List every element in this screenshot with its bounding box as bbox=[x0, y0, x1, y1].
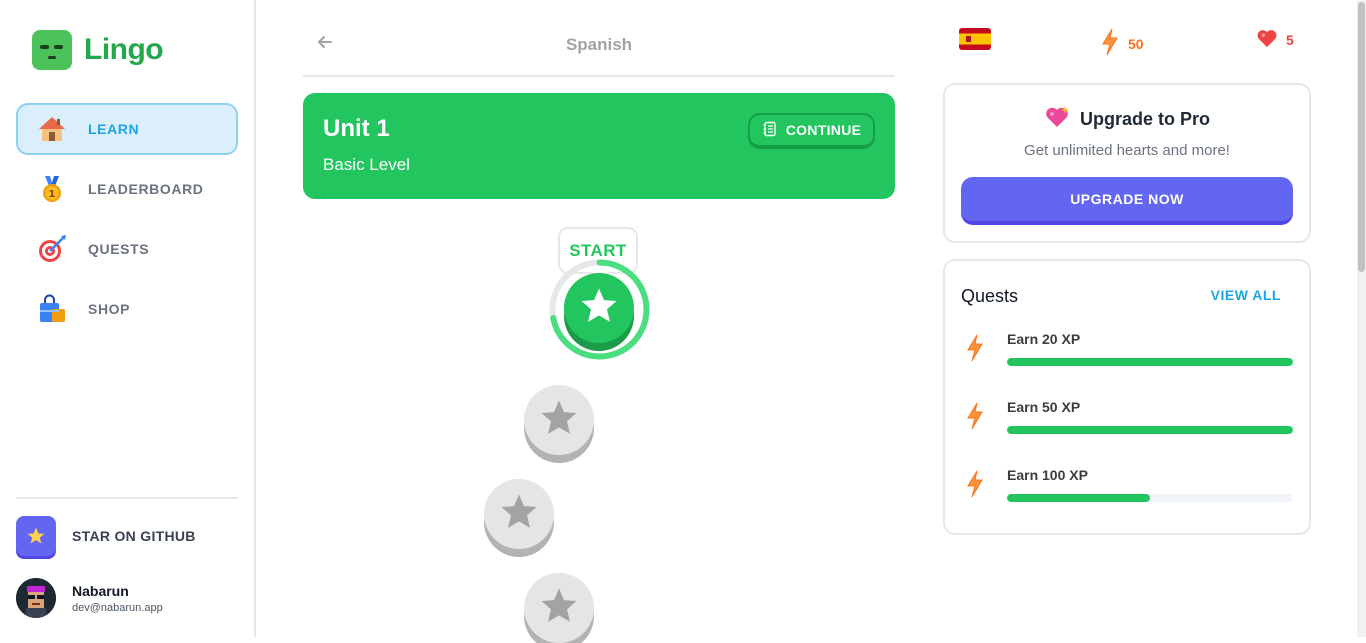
user-email: dev@nabarun.app bbox=[72, 601, 163, 614]
lightning-icon bbox=[1100, 28, 1120, 59]
notebook-icon bbox=[762, 121, 778, 140]
sidebar-item-shop[interactable]: SHOP bbox=[16, 283, 238, 335]
xp-counter[interactable]: 50 bbox=[1100, 28, 1144, 59]
sidebar-item-label: QUESTS bbox=[88, 241, 150, 257]
github-label: STAR ON GITHUB bbox=[72, 528, 196, 544]
unit-title: Unit 1 bbox=[323, 115, 390, 142]
star-icon bbox=[501, 494, 537, 528]
page-title: Spanish bbox=[565, 35, 633, 54]
target-icon bbox=[36, 233, 68, 265]
hearts-counter[interactable]: 5 bbox=[1256, 28, 1294, 51]
sidebar-nav: LEARN 1 LEADERBOARD QUESTS SHOP bbox=[16, 103, 238, 343]
user-info: Nabarun dev@nabarun.app bbox=[72, 583, 163, 614]
quest-label: Earn 100 XP bbox=[1007, 467, 1088, 483]
pro-title-row: Upgrade to Pro bbox=[945, 105, 1309, 134]
unit-subtitle: Basic Level bbox=[323, 155, 410, 174]
quest-progress-bar bbox=[1007, 358, 1293, 366]
user-profile[interactable]: Nabarun dev@nabarun.app bbox=[16, 578, 163, 618]
sidebar-divider bbox=[16, 497, 238, 499]
quest-label: Earn 20 XP bbox=[1007, 331, 1081, 347]
page-scrollbar[interactable] bbox=[1357, 0, 1366, 637]
sidebar-item-label: LEARN bbox=[88, 121, 140, 137]
sidebar-item-leaderboard[interactable]: 1 LEADERBOARD bbox=[16, 163, 238, 215]
xp-value: 50 bbox=[1128, 35, 1144, 52]
course-header: Spanish bbox=[303, 0, 895, 77]
shopping-bag-icon bbox=[36, 293, 68, 325]
lesson-button-locked[interactable] bbox=[524, 573, 594, 643]
upgrade-pro-card: Upgrade to Pro Get unlimited hearts and … bbox=[943, 83, 1311, 243]
course-flag-button[interactable] bbox=[959, 28, 991, 53]
lesson-button-current[interactable] bbox=[564, 273, 634, 343]
quest-progress-bar bbox=[1007, 494, 1293, 502]
continue-button[interactable]: CONTINUE bbox=[748, 113, 875, 149]
logo[interactable]: Lingo bbox=[32, 30, 164, 70]
sparkling-heart-icon bbox=[1044, 105, 1070, 134]
user-name: Nabarun bbox=[72, 582, 129, 599]
pro-title: Upgrade to Pro bbox=[1079, 109, 1210, 129]
avatar bbox=[16, 578, 56, 618]
github-star-button[interactable]: STAR ON GITHUB bbox=[16, 516, 196, 556]
sidebar-item-label: SHOP bbox=[88, 301, 131, 317]
lesson-button-locked[interactable] bbox=[484, 479, 554, 549]
pro-subtitle: Get unlimited hearts and more! bbox=[1024, 142, 1230, 159]
upgrade-now-button[interactable]: UPGRADE NOW bbox=[961, 177, 1293, 225]
spain-flag-icon bbox=[959, 28, 991, 53]
user-stats-bar: 50 5 bbox=[943, 28, 1311, 62]
star-icon bbox=[541, 588, 577, 622]
lightning-icon bbox=[965, 333, 985, 368]
quest-item: Earn 20 XP bbox=[965, 331, 1295, 371]
hearts-value: 5 bbox=[1286, 31, 1294, 48]
quest-label: Earn 50 XP bbox=[1007, 399, 1081, 415]
sidebar-item-learn[interactable]: LEARN bbox=[16, 103, 238, 155]
quest-item: Earn 50 XP bbox=[965, 399, 1295, 439]
scrollbar-thumb[interactable] bbox=[1358, 2, 1365, 272]
star-icon bbox=[16, 516, 56, 556]
svg-text:1: 1 bbox=[49, 189, 56, 200]
medal-icon: 1 bbox=[36, 173, 68, 205]
house-icon bbox=[36, 113, 68, 145]
quest-item: Earn 100 XP bbox=[965, 467, 1295, 507]
app-name: Lingo bbox=[84, 33, 164, 66]
lesson-button-locked[interactable] bbox=[524, 385, 594, 455]
quest-progress-bar bbox=[1007, 426, 1293, 434]
heart-icon bbox=[1256, 28, 1278, 51]
sidebar-item-label: LEADERBOARD bbox=[88, 181, 204, 197]
continue-label: CONTINUE bbox=[785, 122, 862, 138]
quests-title: Quests bbox=[961, 286, 1019, 306]
quests-card: Quests VIEW ALL Earn 20 XP Earn 50 XP Ea… bbox=[943, 259, 1311, 535]
star-icon bbox=[541, 400, 577, 434]
view-all-link[interactable]: VIEW ALL bbox=[1211, 287, 1281, 303]
star-icon bbox=[581, 288, 617, 322]
sidebar: Lingo LEARN 1 LEADERBOARD QUESTS SHOP ST… bbox=[0, 0, 256, 637]
lightning-icon bbox=[965, 469, 985, 504]
sidebar-item-quests[interactable]: QUESTS bbox=[16, 223, 238, 275]
unit-banner: Unit 1 Basic Level CONTINUE bbox=[303, 93, 895, 199]
lightning-icon bbox=[965, 401, 985, 436]
logo-mascot-icon bbox=[32, 30, 72, 70]
